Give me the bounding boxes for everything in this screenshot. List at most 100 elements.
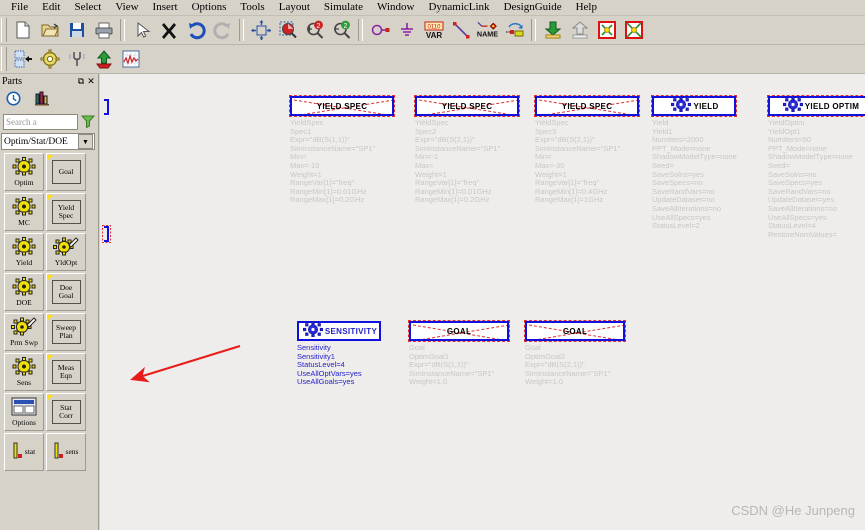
toolbar-grip[interactable] <box>1 47 7 71</box>
component-symbol-yield1[interactable]: YIELD <box>651 95 737 117</box>
new-icon[interactable] <box>10 18 35 43</box>
part-yield-spec[interactable]: Yield Spec <box>46 193 86 231</box>
component-optimgoal2[interactable]: GOAL Goal OptimGoal2 Expr="dB(S(2,1))" SimIn… <box>524 320 626 387</box>
pop-out-icon[interactable] <box>567 18 592 43</box>
zoom-out-icon[interactable]: 2 <box>329 18 354 43</box>
zoom-area-icon[interactable] <box>275 18 300 43</box>
part-doe-goal[interactable]: Doe Goal <box>46 273 86 311</box>
modified-corner-marker <box>48 395 53 400</box>
part-sens[interactable]: Sens <box>4 353 44 391</box>
menu-item-layout[interactable]: Layout <box>272 0 317 15</box>
parts-panel-title: Parts <box>2 75 22 87</box>
part-doe[interactable]: DOE <box>4 273 44 311</box>
delete-x-icon[interactable] <box>156 18 181 43</box>
schematic-canvas[interactable]: YIELD SPEC YieldSpec Spec1 Expr="dB(S(1,1))… <box>100 74 865 530</box>
component-yieldspec2[interactable]: YIELD SPEC YieldSpec Spec2 Expr="dB(S(2,1))… <box>414 95 520 205</box>
clock-history-icon[interactable] <box>6 91 21 109</box>
data-display-icon[interactable] <box>118 47 143 72</box>
component-optimgoal1[interactable]: GOAL Goal OptimGoal1 Expr="dB(S(1,1))" SimIn… <box>408 320 510 387</box>
menu-item-view[interactable]: View <box>108 0 145 15</box>
part-label: Spec <box>58 211 74 220</box>
select-arrow-icon[interactable] <box>129 18 154 43</box>
gear-icon <box>12 357 36 379</box>
menu-item-options[interactable]: Options <box>185 0 234 15</box>
component-header-label: YIELD SPEC <box>441 101 493 111</box>
part-yield[interactable]: Yield <box>4 233 44 271</box>
parts-panel: Parts ⧉ ✕ Search a Optim/Stat/DOE ▼ Opti… <box>0 74 99 530</box>
component-symbol-yieldspec2[interactable]: YIELD SPEC <box>414 95 520 117</box>
menu-item-help[interactable]: Help <box>569 0 604 15</box>
part-goal[interactable]: Goal <box>46 153 86 191</box>
part-optim[interactable]: Optim <box>4 153 44 191</box>
part-stat-corr[interactable]: Stat Corr <box>46 393 86 431</box>
component-yieldspec1[interactable]: YIELD SPEC YieldSpec Spec1 Expr="dB(S(1,1))… <box>289 95 395 205</box>
component-symbol-optimgoal1[interactable]: GOAL <box>408 320 510 342</box>
menu-item-edit[interactable]: Edit <box>35 0 67 15</box>
component-sensitivity1[interactable]: SENSITIVITY Sensitivity Sensitivity1 Status… <box>297 321 381 387</box>
component-symbol-yieldspec3[interactable]: YIELD SPEC <box>534 95 640 117</box>
component-symbol-yieldspec1[interactable]: YIELD SPEC <box>289 95 395 117</box>
menu-item-tools[interactable]: Tools <box>233 0 271 15</box>
open-folder-icon[interactable] <box>37 18 62 43</box>
component-swap-icon[interactable] <box>502 18 527 43</box>
menu-item-window[interactable]: Window <box>370 0 421 15</box>
component-symbol-yieldopt1[interactable]: YIELD OPTIM <box>767 95 865 117</box>
optimization-gear-icon[interactable] <box>37 47 62 72</box>
component-parameters-optimgoal2: Goal OptimGoal2 Expr="dB(S(2,1))" SimInstan… <box>525 343 625 387</box>
part-meas-eqn[interactable]: Meas Eqn <box>46 353 86 391</box>
close-icon[interactable]: ✕ <box>86 76 96 87</box>
print-icon[interactable] <box>91 18 116 43</box>
library-icon[interactable] <box>35 91 50 109</box>
menu-item-file[interactable]: File <box>4 0 35 15</box>
port-pin-icon[interactable] <box>367 18 392 43</box>
wire-icon[interactable] <box>448 18 473 43</box>
gear-icon <box>12 277 36 299</box>
menu-item-insert[interactable]: Insert <box>146 0 185 15</box>
search-input[interactable]: Search a <box>3 114 78 130</box>
push-into-icon[interactable] <box>540 18 565 43</box>
component-yieldspec3[interactable]: YIELD SPEC YieldSpec Spec3 Expr="dB(S(2,1))… <box>534 95 640 205</box>
zoom-in-icon[interactable]: 2 <box>302 18 327 43</box>
menu-item-dynamiclink[interactable]: DynamicLink <box>421 0 496 15</box>
part-label: DOE <box>16 298 32 307</box>
parts-search-row: Search a <box>0 112 98 132</box>
menu-item-select[interactable]: Select <box>67 0 108 15</box>
component-yield1[interactable]: YIELD Yield Yield1 NumIters=2000 PPT_Mode=no… <box>651 95 737 231</box>
parts-palette: Optim Goal MC Yield Spec Yield YldOpt DOE Doe Goa… <box>0 151 98 473</box>
funnel-filter-icon[interactable] <box>80 114 96 131</box>
gear-icon <box>301 321 325 340</box>
part-sens-item[interactable]: sens <box>46 433 86 471</box>
part-options[interactable]: Options <box>4 393 44 431</box>
gear-icon <box>53 237 79 259</box>
tuning-fork-icon[interactable] <box>64 47 89 72</box>
category-select-value: Optim/Stat/DOE <box>4 136 68 147</box>
port-bracket-top[interactable] <box>102 98 111 116</box>
undo-icon[interactable] <box>183 18 208 43</box>
part-symbol-box: Yield Spec <box>51 200 81 224</box>
component-yieldopt1[interactable]: YIELD OPTIM YieldOptim YieldOpt1 NumIters=5… <box>767 95 865 239</box>
part-sweep-plan[interactable]: Sweep Plan <box>46 313 86 351</box>
component-symbol-sensitivity1[interactable]: SENSITIVITY <box>297 321 381 341</box>
save-icon[interactable] <box>64 18 89 43</box>
category-select[interactable]: Optim/Stat/DOE ▼ <box>1 133 95 150</box>
component-symbol-optimgoal2[interactable]: GOAL <box>524 320 626 342</box>
chevron-down-icon[interactable]: ▼ <box>78 134 93 149</box>
pan-icon[interactable] <box>248 18 273 43</box>
tune-parameters-icon[interactable] <box>10 47 35 72</box>
undock-icon[interactable]: ⧉ <box>76 76 86 87</box>
menu-item-designguide[interactable]: DesignGuide <box>497 0 569 15</box>
toolbar-grip[interactable] <box>1 18 7 42</box>
redo-icon[interactable] <box>210 18 235 43</box>
menu-item-simulate[interactable]: Simulate <box>317 0 370 15</box>
ground-icon[interactable] <box>394 18 419 43</box>
simulate-icon[interactable] <box>91 47 116 72</box>
wire-name-icon[interactable]: NAME <box>475 18 500 43</box>
part-yldopt[interactable]: YldOpt <box>46 233 86 271</box>
part-prm-swp[interactable]: Prm Swp <box>4 313 44 351</box>
port-bracket-bottom[interactable] <box>102 225 111 243</box>
var-icon[interactable]: 0110 VAR <box>421 18 446 43</box>
deactivate-icon[interactable] <box>594 18 619 43</box>
part-stat[interactable]: stat <box>4 433 44 471</box>
part-mc[interactable]: MC <box>4 193 44 231</box>
disable-icon[interactable] <box>621 18 646 43</box>
